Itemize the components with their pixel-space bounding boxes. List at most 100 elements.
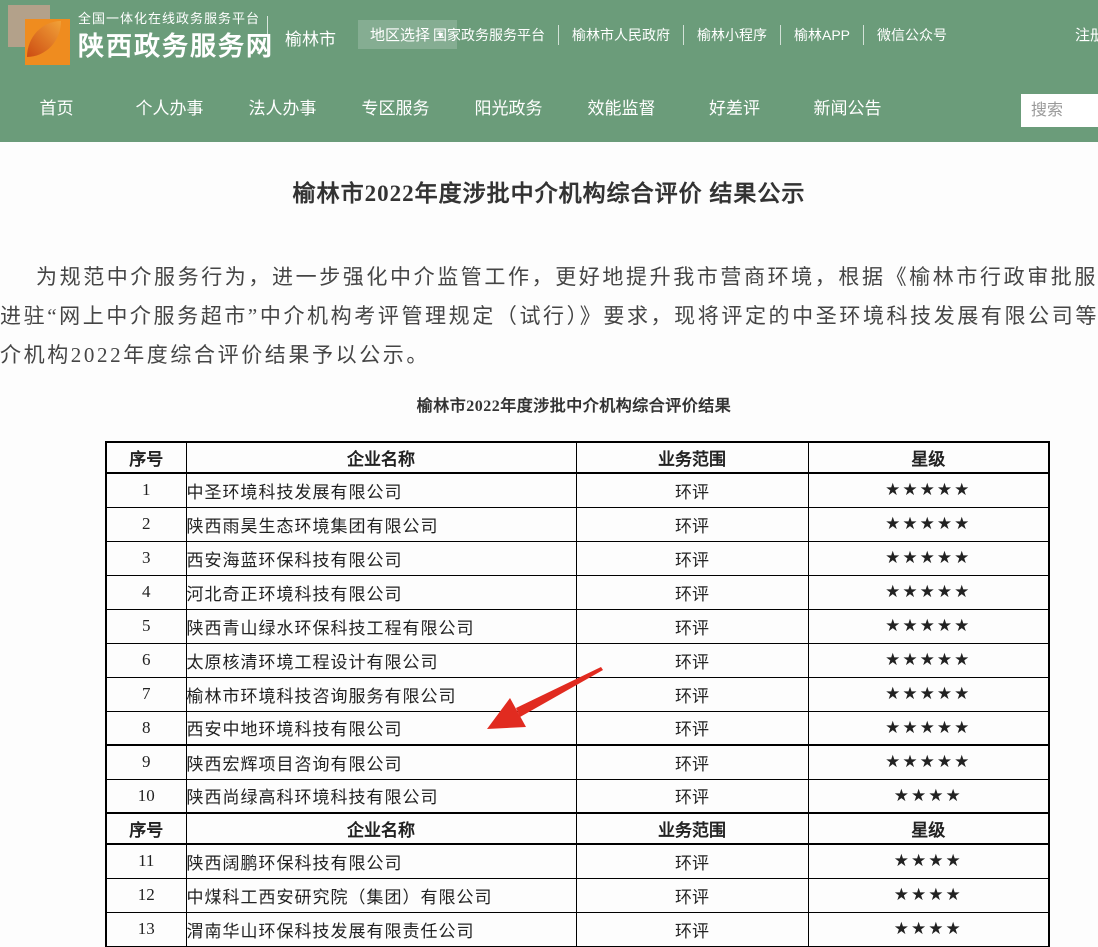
star-rating: ★★★★★: [808, 507, 1049, 541]
business-scope: 环评: [576, 677, 808, 711]
company-name: 陕西阔鹏环保科技有限公司: [186, 844, 576, 878]
nav-item-open-government[interactable]: 阳光政务: [452, 94, 565, 119]
paragraph-line: 介机构2022年度综合评价结果予以公示。: [0, 336, 1098, 375]
star-rating: ★★★★★: [808, 745, 1049, 779]
company-name: 陕西青山绿水环保科技工程有限公司: [186, 609, 576, 643]
col-header-name: 企业名称: [186, 442, 576, 473]
star-rating: ★★★★: [808, 878, 1049, 912]
table-row: 7 榆林市环境科技咨询服务有限公司 环评 ★★★★★: [106, 677, 1049, 711]
nav-item-special-zone[interactable]: 专区服务: [339, 94, 452, 119]
top-link-city-government[interactable]: 榆林市人民政府: [558, 25, 683, 45]
business-scope: 环评: [576, 473, 808, 507]
star-rating: ★★★★: [808, 779, 1049, 813]
company-name: 太原核清环境工程设计有限公司: [186, 643, 576, 677]
table-row: 13 渭南华山环保科技发展有限责任公司 环评 ★★★★: [106, 912, 1049, 946]
col-header-name: 企业名称: [186, 813, 576, 844]
business-scope: 环评: [576, 779, 808, 813]
brand-divider: [267, 16, 268, 56]
top-link-national-platform[interactable]: 国家政务服务平台: [420, 25, 558, 45]
col-header-scope: 业务范围: [576, 813, 808, 844]
page-title: 榆林市2022年度涉批中介机构综合评价 结果公示: [0, 174, 1098, 208]
col-header-stars: 星级: [808, 813, 1049, 844]
business-scope: 环评: [576, 609, 808, 643]
row-no: 12: [106, 878, 186, 912]
paragraph-line: 为规范中介服务行为，进一步强化中介监管工作，更好地提升我市营商环境，根据《榆林市…: [0, 258, 1098, 297]
table-header-row: 序号 企业名称 业务范围 星级: [106, 813, 1049, 844]
table-header-row: 序号 企业名称 业务范围 星级: [106, 442, 1049, 473]
company-name: 中煤科工西安研究院（集团）有限公司: [186, 878, 576, 912]
star-rating: ★★★★★: [808, 677, 1049, 711]
company-name: 西安海蓝环保科技有限公司: [186, 541, 576, 575]
table-row: 5 陕西青山绿水环保科技工程有限公司 环评 ★★★★★: [106, 609, 1049, 643]
table-row: 2 陕西雨昊生态环境集团有限公司 环评 ★★★★★: [106, 507, 1049, 541]
nav-item-rating[interactable]: 好差评: [678, 94, 791, 119]
star-rating: ★★★★★: [808, 643, 1049, 677]
nav-item-efficiency[interactable]: 效能监督: [565, 94, 678, 119]
topbar: 全国一体化在线政务服务平台 陕西政务服务网 榆林市 地区选择 ▼ 国家政务服务平…: [0, 0, 1098, 70]
row-no: 1: [106, 473, 186, 507]
col-header-no: 序号: [106, 442, 186, 473]
search-input[interactable]: [1021, 94, 1098, 127]
row-no: 3: [106, 541, 186, 575]
business-scope: 环评: [576, 878, 808, 912]
business-scope: 环评: [576, 575, 808, 609]
star-rating: ★★★★: [808, 912, 1049, 946]
company-name: 榆林市环境科技咨询服务有限公司: [186, 677, 576, 711]
row-no: 5: [106, 609, 186, 643]
star-rating: ★★★★★: [808, 541, 1049, 575]
row-no: 6: [106, 643, 186, 677]
star-rating: ★★★★★: [808, 609, 1049, 643]
table-row: 12 中煤科工西安研究院（集团）有限公司 环评 ★★★★: [106, 878, 1049, 912]
star-rating: ★★★★★: [808, 473, 1049, 507]
row-no: 13: [106, 912, 186, 946]
company-name: 西安中地环境科技有限公司: [186, 711, 576, 745]
notice-paragraph: 为规范中介服务行为，进一步强化中介监管工作，更好地提升我市营商环境，根据《榆林市…: [0, 258, 1098, 375]
platform-name: 全国一体化在线政务服务平台: [78, 9, 274, 29]
row-no: 4: [106, 575, 186, 609]
row-no: 9: [106, 745, 186, 779]
business-scope: 环评: [576, 745, 808, 779]
business-scope: 环评: [576, 844, 808, 878]
paragraph-line: 进驻“网上中介服务超市”中介机构考评管理规定（试行）》要求，现将评定的中圣环境科…: [0, 297, 1098, 336]
nav-item-personal[interactable]: 个人办事: [113, 94, 226, 119]
row-no: 11: [106, 844, 186, 878]
table-row: 1 中圣环境科技发展有限公司 环评 ★★★★★: [106, 473, 1049, 507]
nav-item-home[interactable]: 首页: [0, 94, 113, 119]
table-caption: 榆林市2022年度涉批中介机构综合评价结果: [0, 392, 1098, 416]
nav-item-news[interactable]: 新闻公告: [791, 94, 904, 119]
business-scope: 环评: [576, 711, 808, 745]
table-row: 11 陕西阔鹏环保科技有限公司 环评 ★★★★: [106, 844, 1049, 878]
company-name: 陕西雨昊生态环境集团有限公司: [186, 507, 576, 541]
site-name: 陕西政务服务网: [78, 29, 274, 63]
col-header-scope: 业务范围: [576, 442, 808, 473]
table-row: 10 陕西尚绿高科环境科技有限公司 环评 ★★★★: [106, 779, 1049, 813]
company-name: 渭南华山环保科技发展有限责任公司: [186, 912, 576, 946]
col-header-stars: 星级: [808, 442, 1049, 473]
table-row: 6 太原核清环境工程设计有限公司 环评 ★★★★★: [106, 643, 1049, 677]
company-name: 中圣环境科技发展有限公司: [186, 473, 576, 507]
top-links: 国家政务服务平台 榆林市人民政府 榆林小程序 榆林APP 微信公众号: [420, 0, 960, 70]
nav-list: 首页 个人办事 法人办事 专区服务 阳光政务 效能监督 好差评 新闻公告: [0, 94, 904, 119]
brand-block: 全国一体化在线政务服务平台 陕西政务服务网: [78, 9, 274, 63]
main-nav: 首页 个人办事 法人办事 专区服务 阳光政务 效能监督 好差评 新闻公告: [0, 70, 1098, 142]
star-rating: ★★★★: [808, 844, 1049, 878]
business-scope: 环评: [576, 912, 808, 946]
register-link[interactable]: 注册: [1075, 24, 1098, 45]
site-logo[interactable]: [8, 5, 70, 65]
company-name: 河北奇正环境科技有限公司: [186, 575, 576, 609]
business-scope: 环评: [576, 507, 808, 541]
company-name: 陕西尚绿高科环境科技有限公司: [186, 779, 576, 813]
document-area: 榆林市2022年度涉批中介机构综合评价 结果公示 为规范中介服务行为，进一步强化…: [0, 142, 1098, 947]
table-row-highlighted: 4 河北奇正环境科技有限公司 环评 ★★★★★: [106, 575, 1049, 609]
site-header: 全国一体化在线政务服务平台 陕西政务服务网 榆林市 地区选择 ▼ 国家政务服务平…: [0, 0, 1098, 142]
top-link-app[interactable]: 榆林APP: [780, 25, 863, 45]
row-no: 7: [106, 677, 186, 711]
table-row: 9 陕西宏辉项目咨询有限公司 环评 ★★★★★: [106, 745, 1049, 779]
top-link-mini-program[interactable]: 榆林小程序: [683, 25, 780, 45]
business-scope: 环评: [576, 541, 808, 575]
company-name: 陕西宏辉项目咨询有限公司: [186, 745, 576, 779]
current-city: 榆林市: [285, 25, 336, 50]
star-rating: ★★★★★: [808, 711, 1049, 745]
top-link-wechat-official[interactable]: 微信公众号: [863, 25, 960, 45]
nav-item-legal-person[interactable]: 法人办事: [226, 94, 339, 119]
